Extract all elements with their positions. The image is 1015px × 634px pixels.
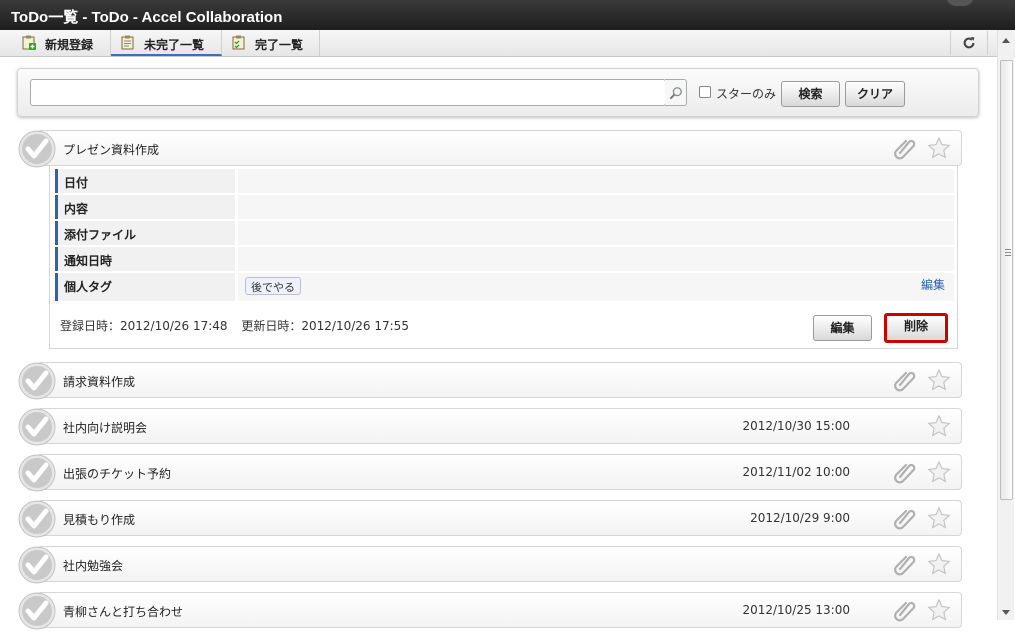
- scroll-up-arrow[interactable]: [1002, 38, 1010, 43]
- detail-row-tags: 個人タグ 後でやる 編集: [55, 273, 954, 301]
- detail-value-attachment: [238, 221, 954, 245]
- star-icon[interactable]: [927, 414, 951, 438]
- todo-title[interactable]: 見積もり作成: [63, 511, 135, 528]
- vertical-scrollbar[interactable]: [997, 30, 1014, 620]
- detail-meta: 登録日時：2012/10/26 17:48 更新日時：2012/10/26 17…: [60, 317, 419, 334]
- complete-check-icon[interactable]: [17, 361, 57, 400]
- tab-bar: 新規登録 未完了一覧 完了一覧: [0, 30, 1015, 57]
- star-icon[interactable]: [927, 552, 951, 576]
- registered-datetime: 登録日時：2012/10/26 17:48: [60, 319, 228, 333]
- attachment-icon[interactable]: [893, 460, 917, 484]
- detail-row-notify: 通知日時: [55, 247, 954, 271]
- tab-new[interactable]: 新規登録: [12, 30, 111, 56]
- star-icon[interactable]: [927, 136, 951, 160]
- scroll-thumb[interactable]: [1000, 60, 1013, 500]
- tab-completed[interactable]: 完了一覧: [222, 30, 320, 56]
- clipboard-check-icon: [232, 35, 245, 50]
- todo-item[interactable]: 社内勉強会: [17, 545, 962, 584]
- edit-button[interactable]: 編集: [813, 315, 872, 341]
- star-icon[interactable]: [927, 368, 951, 392]
- refresh-button[interactable]: [950, 31, 988, 55]
- search-button[interactable]: 検索: [781, 81, 840, 107]
- todo-title[interactable]: 社内勉強会: [63, 557, 123, 574]
- clear-button[interactable]: クリア: [845, 81, 905, 107]
- attachment-icon[interactable]: [893, 598, 917, 622]
- tab-new-label: 新規登録: [45, 38, 94, 52]
- delete-button[interactable]: 削除: [884, 313, 948, 343]
- detail-value-tags: 後でやる 編集: [238, 273, 954, 301]
- tab-incomplete[interactable]: 未完了一覧: [111, 30, 222, 56]
- detail-value-date: [238, 169, 954, 193]
- detail-value-content: [238, 195, 954, 219]
- tag-edit-link[interactable]: 編集: [921, 276, 945, 293]
- todo-title[interactable]: 社内向け説明会: [63, 419, 147, 436]
- star-icon[interactable]: [927, 460, 951, 484]
- refresh-icon: [963, 36, 975, 49]
- todo-item[interactable]: 社内向け説明会 2012/10/30 15:00: [17, 407, 962, 446]
- complete-check-icon[interactable]: [17, 407, 57, 446]
- detail-value-notify: [238, 247, 954, 271]
- attachment-icon[interactable]: [893, 368, 917, 392]
- search-input[interactable]: [30, 79, 666, 106]
- todo-item[interactable]: 青柳さんと打ち合わせ 2012/10/25 13:00: [17, 591, 962, 630]
- updated-datetime: 更新日時：2012/10/26 17:55: [241, 319, 409, 333]
- checkbox-box[interactable]: [699, 86, 711, 98]
- todo-item-bar: [37, 546, 962, 582]
- tab-completed-label: 完了一覧: [255, 38, 304, 52]
- todo-item[interactable]: 出張のチケット予約 2012/11/02 10:00: [17, 453, 962, 492]
- complete-check-icon[interactable]: [17, 499, 57, 538]
- detail-label-content: 内容: [55, 195, 235, 219]
- attachment-icon[interactable]: [893, 506, 917, 530]
- todo-date: 2012/10/25 13:00: [742, 603, 850, 617]
- todo-date: 2012/11/02 10:00: [742, 465, 850, 479]
- scroll-grip-icon: [1005, 249, 1011, 256]
- todo-title[interactable]: プレゼン資料作成: [63, 141, 159, 158]
- detail-row-content: 内容: [55, 195, 954, 219]
- todo-title[interactable]: 請求資料作成: [63, 373, 135, 390]
- scroll-down-arrow[interactable]: [1002, 610, 1010, 615]
- detail-label-tags: 個人タグ: [55, 273, 235, 301]
- complete-check-icon[interactable]: [17, 453, 57, 492]
- complete-check-icon[interactable]: [17, 129, 57, 168]
- complete-check-icon[interactable]: [17, 591, 57, 630]
- todo-item[interactable]: 見積もり作成 2012/10/29 9:00: [17, 499, 962, 538]
- personal-tag[interactable]: 後でやる: [245, 277, 301, 295]
- complete-check-icon[interactable]: [17, 545, 57, 584]
- star-only-label: スターのみ: [716, 87, 777, 101]
- attachment-icon[interactable]: [893, 552, 917, 576]
- attachment-icon[interactable]: [893, 136, 917, 160]
- clipboard-add-icon: [22, 35, 36, 50]
- detail-label-notify: 通知日時: [55, 247, 235, 271]
- tab-incomplete-label: 未完了一覧: [144, 38, 205, 52]
- todo-item-bar: [37, 130, 962, 166]
- detail-row-attachment: 添付ファイル: [55, 221, 954, 245]
- todo-title[interactable]: 出張のチケット予約: [63, 465, 171, 482]
- todo-detail-panel: 日付 内容 添付ファイル 通知日時 個人タグ 後でやる 編集 登録日時：2012…: [49, 166, 958, 349]
- detail-label-date: 日付: [55, 169, 235, 193]
- window-titlebar: ToDo一覧 - ToDo - Accel Collaboration: [0, 0, 1015, 30]
- todo-date: 2012/10/29 9:00: [750, 511, 850, 525]
- detail-label-attachment: 添付ファイル: [55, 221, 235, 245]
- clipboard-icon: [121, 35, 134, 50]
- todo-item[interactable]: 請求資料作成: [17, 361, 962, 400]
- magnifier-icon: [669, 87, 682, 100]
- todo-title[interactable]: 青柳さんと打ち合わせ: [63, 603, 183, 620]
- window-title: ToDo一覧 - ToDo - Accel Collaboration: [11, 9, 283, 26]
- search-panel: スターのみ 検索 クリア: [17, 68, 979, 117]
- detail-row-date: 日付: [55, 169, 954, 193]
- star-icon[interactable]: [927, 506, 951, 530]
- todo-date: 2012/10/30 15:00: [742, 419, 850, 433]
- star-icon[interactable]: [927, 598, 951, 622]
- search-icon-button[interactable]: [665, 79, 687, 106]
- todo-item-bar: [37, 362, 962, 398]
- window-corner-decoration: [945, 0, 975, 6]
- todo-item[interactable]: プレゼン資料作成: [17, 129, 962, 168]
